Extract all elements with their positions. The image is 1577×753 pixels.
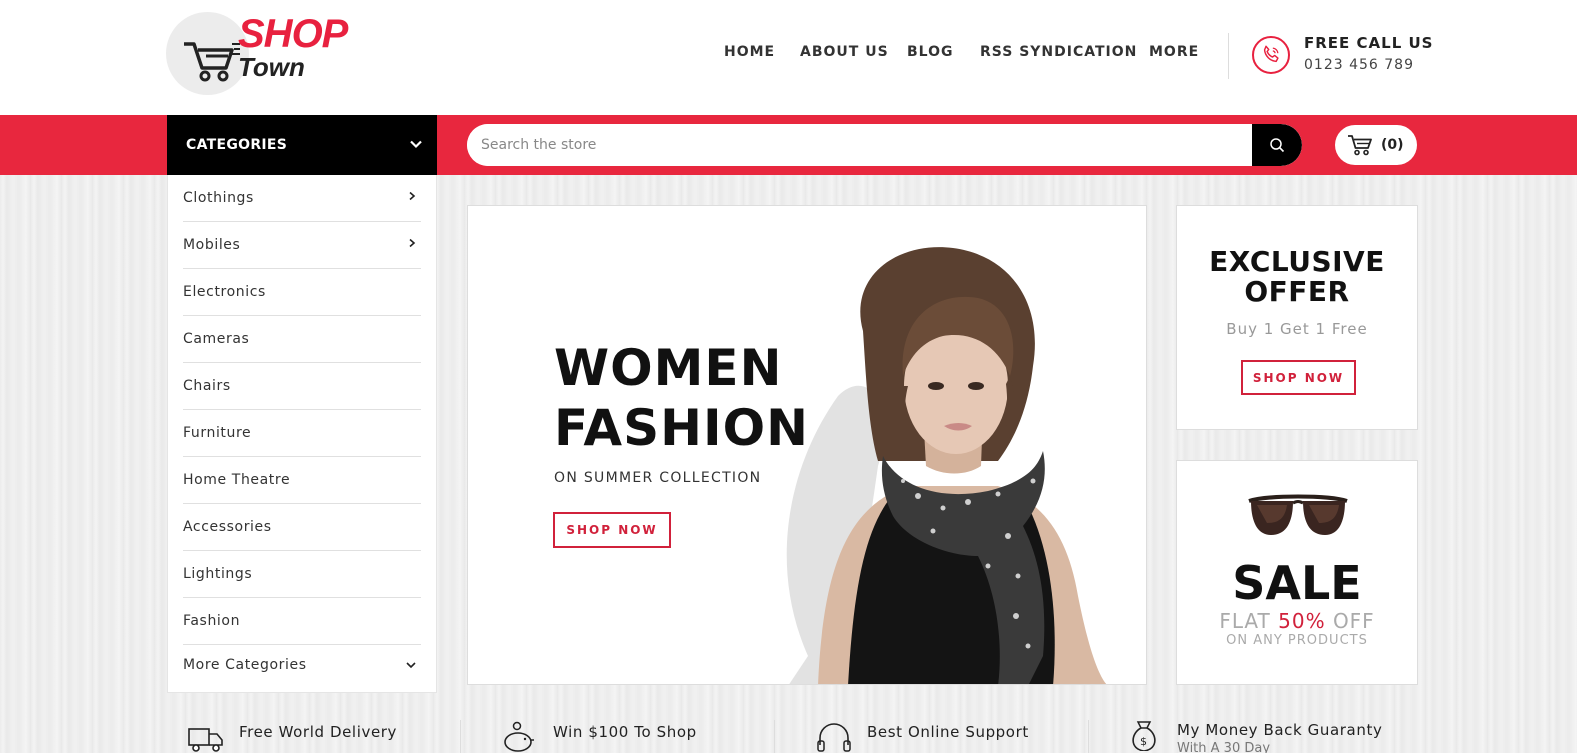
features-strip: Free World Delivery Win $100 To Shop Bes… [167,705,1417,753]
flat-prefix: FLAT [1219,609,1271,633]
cart-count: (0) [1381,137,1404,153]
feature-title: Best Online Support [867,723,1029,741]
phone-icon [1252,36,1290,74]
category-item-fashion[interactable]: Fashion [183,598,421,645]
sale-note: ON ANY PRODUCTS [1226,633,1368,648]
sale-banner: SALE FLAT 50% OFF ON ANY PRODUCTS [1176,460,1418,685]
category-label: Clothings [183,190,254,206]
feature-subtitle: With A 30 Day [1177,741,1271,753]
chevron-right-icon [409,238,416,248]
category-label: More Categories [183,657,307,673]
category-item-clothings[interactable]: Clothings [183,175,421,222]
feature-divider [1088,720,1089,753]
search-input[interactable] [467,124,1252,166]
banner-shop-now-button[interactable]: SHOP NOW [553,512,671,548]
category-item-accessories[interactable]: Accessories [183,504,421,551]
offer-title-line2: OFFER [1244,275,1350,308]
flat-suffix: OFF [1332,609,1375,633]
free-call-title: FREE CALL US [1304,34,1434,52]
category-item-chairs[interactable]: Chairs [183,363,421,410]
search-icon [1270,138,1285,153]
category-item-lightings[interactable]: Lightings [183,551,421,598]
category-label: Lightings [183,566,253,582]
search-box [467,124,1302,166]
category-label: Electronics [183,284,266,300]
truck-icon [188,728,223,752]
piggy-bank-icon [504,721,534,752]
categories-toggle[interactable]: CATEGORIES [167,115,437,175]
sale-discount: FLAT 50% OFF [1177,609,1417,633]
feature-divider [774,720,775,753]
nav-home[interactable]: HOME [724,44,775,60]
chevron-down-icon [406,662,416,669]
category-label: Mobiles [183,237,241,253]
category-item-home-theatre[interactable]: Home Theatre [183,457,421,504]
chevron-down-icon [410,140,422,149]
category-item-cameras[interactable]: Cameras [183,316,421,363]
sale-title: SALE [1232,556,1362,610]
feature-title: Win $100 To Shop [553,723,697,741]
sunglasses-image [1248,494,1348,535]
model-photo [786,247,1107,684]
offer-shop-now-button[interactable]: SHOP NOW [1241,360,1356,395]
category-item-more[interactable]: More Categories [183,645,421,692]
category-label: Home Theatre [183,472,291,488]
search-button[interactable] [1252,124,1302,166]
feature-title: Free World Delivery [239,723,398,741]
category-label: Furniture [183,425,252,441]
feature-title: My Money Back Guaranty [1177,721,1383,739]
site-header: SHOP Town HOME ABOUT US BLOG RSS SYNDICA… [0,0,1577,115]
offer-subtitle: Buy 1 Get 1 Free [1226,320,1368,338]
categories-heading: CATEGORIES [186,137,288,153]
category-label: Fashion [183,613,241,629]
banner-subtitle: ON SUMMER COLLECTION [554,470,762,486]
shopping-cart-icon [1348,135,1372,156]
headset-icon [817,723,851,752]
offer-title-line1: EXCLUSIVE [1209,245,1385,278]
feature-divider [460,720,461,753]
header-divider [1228,33,1229,79]
banner-title: WOMEN FASHION [554,338,809,458]
chevron-right-icon [409,191,416,201]
banner-title-line1: WOMEN [554,339,783,397]
category-label: Cameras [183,331,250,347]
category-item-furniture[interactable]: Furniture [183,410,421,457]
cart-button[interactable]: (0) [1335,125,1417,165]
nav-more[interactable]: MORE [1149,44,1199,60]
nav-rss-syndication[interactable]: RSS SYNDICATION [980,44,1137,60]
cart-logo-icon [184,42,240,82]
exclusive-offer-banner: EXCLUSIVE OFFER Buy 1 Get 1 Free SHOP NO… [1176,205,1418,430]
banner-title-line2: FASHION [554,399,809,457]
category-item-mobiles[interactable]: Mobiles [183,222,421,269]
category-label: Accessories [183,519,272,535]
svg-text:$: $ [1140,735,1147,748]
discount-percent: 50% [1278,609,1326,633]
category-item-electronics[interactable]: Electronics [183,269,421,316]
category-label: Chairs [183,378,231,394]
logo-shop-text: SHOP [238,12,348,56]
store-logo[interactable]: SHOP Town [166,12,386,98]
phone-number[interactable]: 0123 456 789 [1304,57,1414,73]
money-bag-icon: $ [1132,721,1156,751]
nav-blog[interactable]: BLOG [907,44,954,60]
logo-town-text: Town [238,52,305,82]
nav-about-us[interactable]: ABOUT US [800,44,889,60]
hero-banner: WOMEN FASHION ON SUMMER COLLECTION SHOP … [467,205,1147,685]
category-list: Clothings Mobiles Electronics Cameras Ch… [167,175,437,693]
